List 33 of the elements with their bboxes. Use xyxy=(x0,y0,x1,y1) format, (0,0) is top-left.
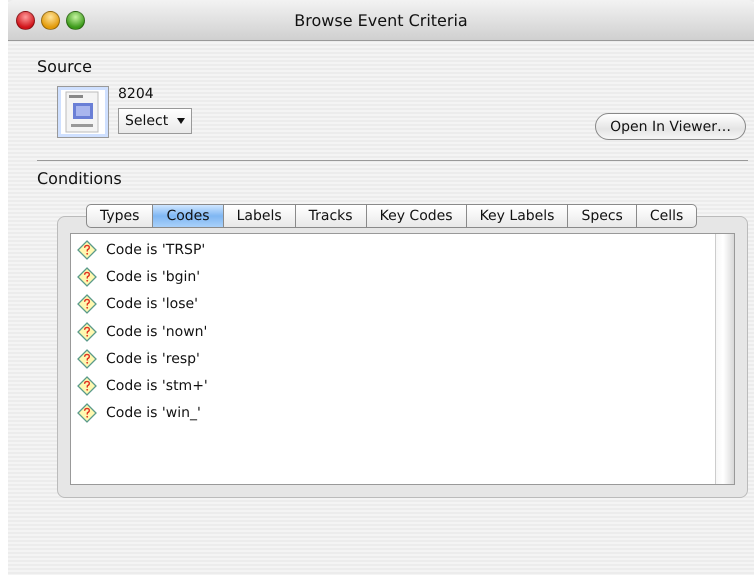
tab[interactable]: Tracks xyxy=(296,204,367,228)
question-diamond-icon xyxy=(77,240,97,260)
criterion-text[interactable]: Code is 'stm+' xyxy=(106,378,208,394)
question-diamond-icon xyxy=(77,403,97,424)
criterion-text[interactable]: Code is 'bgin' xyxy=(106,268,200,285)
tab[interactable]: Key Labels xyxy=(466,204,568,228)
question-diamond-icon xyxy=(77,376,97,396)
tab[interactable]: Key Codes xyxy=(366,204,467,228)
source-name: 8204 xyxy=(118,86,155,102)
tab[interactable]: Cells xyxy=(636,204,698,228)
tab[interactable]: Codes xyxy=(153,204,224,228)
section-heading: Conditions xyxy=(37,169,123,188)
select-popup[interactable]: Select xyxy=(118,108,192,134)
zoom-button[interactable] xyxy=(66,10,85,30)
criterion-text[interactable]: Code is 'nown' xyxy=(106,324,208,340)
minimize-button[interactable] xyxy=(41,10,60,30)
criterion-text[interactable]: Code is 'resp' xyxy=(106,350,200,367)
open-in-viewer-button[interactable]: Open In Viewer… xyxy=(595,113,746,140)
caret-icon xyxy=(177,118,185,124)
tab[interactable]: Types xyxy=(86,204,154,228)
window-title: Browse Event Criteria xyxy=(294,10,468,30)
close-button[interactable] xyxy=(16,10,35,30)
criterion-text[interactable]: Code is 'win_' xyxy=(106,405,201,422)
tab[interactable]: Specs xyxy=(568,204,637,228)
section-heading: Source xyxy=(37,57,93,76)
question-diamond-icon xyxy=(77,294,97,314)
question-diamond-icon xyxy=(77,266,97,287)
scrollbar[interactable] xyxy=(715,234,734,484)
question-diamond-icon xyxy=(77,348,97,369)
tab[interactable]: Labels xyxy=(224,204,296,228)
criterion-text[interactable]: Code is 'TRSP' xyxy=(106,242,206,258)
criterion-text[interactable]: Code is 'lose' xyxy=(106,296,198,312)
question-diamond-icon xyxy=(77,322,97,342)
